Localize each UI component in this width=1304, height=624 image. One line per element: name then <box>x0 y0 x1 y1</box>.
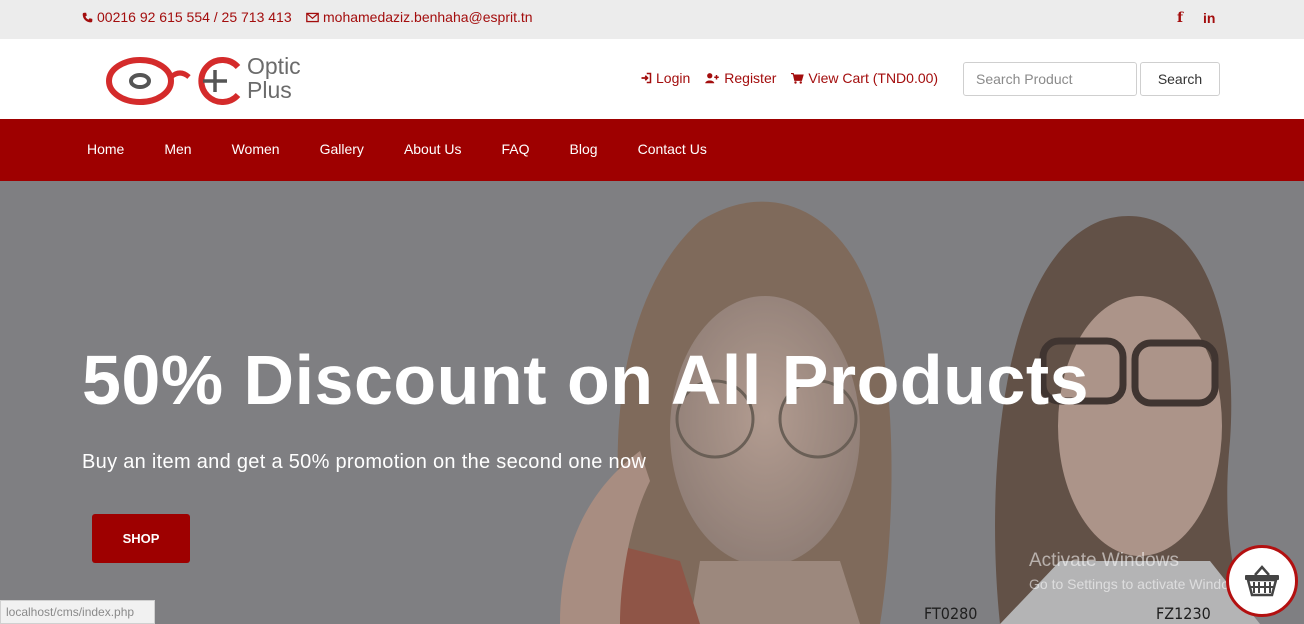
hero-subtitle: Buy an item and get a 50% promotion on t… <box>82 451 647 473</box>
linkedin-icon[interactable]: in <box>1203 10 1215 26</box>
nav-item-blog[interactable]: Blog <box>570 141 598 157</box>
search-button[interactable]: Search <box>1140 62 1220 96</box>
basket-icon <box>1245 565 1279 597</box>
logo-line-2: Plus <box>247 77 292 103</box>
register-label: Register <box>724 70 777 86</box>
register-link[interactable]: Register <box>704 70 776 86</box>
facebook-icon[interactable]: f <box>1177 10 1183 26</box>
phone-icon <box>82 12 93 22</box>
login-link[interactable]: Login <box>640 70 690 86</box>
email-text: mohamedaziz.benhaha@esprit.tn <box>323 9 533 25</box>
nav-item-contact-us[interactable]: Contact Us <box>638 141 707 157</box>
nav-item-gallery[interactable]: Gallery <box>320 141 364 157</box>
nav-item-women[interactable]: Women <box>232 141 280 157</box>
watermark-line-2: Go to Settings to activate Windows. <box>1029 576 1250 592</box>
phone-contact: 00216 92 615 554 / 25 713 413 <box>82 9 292 25</box>
product-code-label: FT0280 <box>924 604 978 623</box>
hero-title: 50% Discount on All Products <box>82 341 1090 419</box>
top-bar: 00216 92 615 554 / 25 713 413 mohamedazi… <box>0 0 1304 39</box>
floating-cart-button[interactable] <box>1226 545 1298 617</box>
product-code-label: FZ1230 <box>1156 604 1211 623</box>
envelope-icon <box>306 12 319 22</box>
main-nav: Home Men Women Gallery About Us FAQ Blog… <box>0 119 1304 181</box>
view-cart-link[interactable]: View Cart (TND0.00) <box>790 70 938 86</box>
windows-activation-watermark: Activate Windows Go to Settings to activ… <box>1029 550 1250 592</box>
search-input[interactable] <box>963 62 1137 96</box>
header: Optic Plus Login Register View Cart (TND… <box>0 39 1304 119</box>
shopping-cart-icon <box>791 72 805 84</box>
view-cart-label: View Cart (TND0.00) <box>808 70 939 86</box>
status-bar-url: localhost/cms/index.php <box>0 600 155 624</box>
hero-banner: 50% Discount on All Products Buy an item… <box>0 181 1304 624</box>
account-links: Login Register View Cart (TND0.00) <box>640 70 938 86</box>
user-plus-icon <box>705 73 720 84</box>
nav-item-men[interactable]: Men <box>164 141 191 157</box>
logo-text: Optic Plus <box>247 54 301 102</box>
email-contact[interactable]: mohamedaziz.benhaha@esprit.tn <box>306 9 533 25</box>
logo-line-1: Optic <box>247 53 301 79</box>
nav-item-faq[interactable]: FAQ <box>502 141 530 157</box>
watermark-line-1: Activate Windows <box>1029 550 1179 571</box>
login-label: Login <box>656 70 691 86</box>
phone-text: 00216 92 615 554 / 25 713 413 <box>97 9 292 25</box>
nav-item-about-us[interactable]: About Us <box>404 141 462 157</box>
sign-in-icon <box>641 72 652 84</box>
nav-item-home[interactable]: Home <box>87 141 124 157</box>
shop-button[interactable]: SHOP <box>92 514 190 563</box>
